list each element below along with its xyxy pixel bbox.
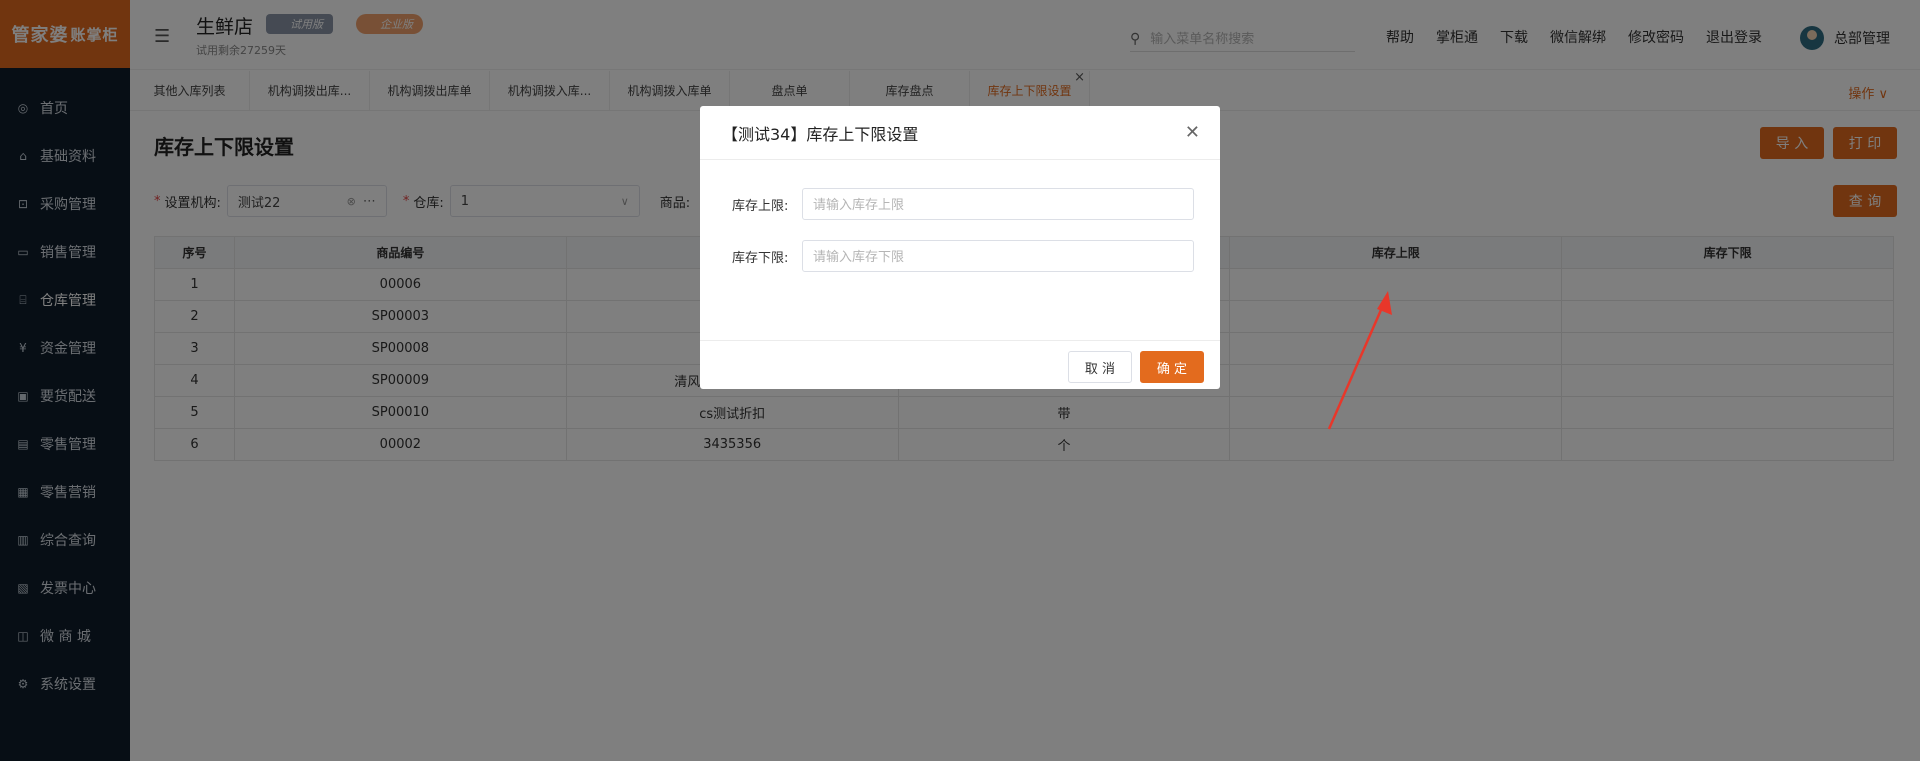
lower-limit-label: 库存下限: xyxy=(732,250,789,266)
lower-limit-input[interactable] xyxy=(802,240,1194,272)
cancel-button[interactable]: 取 消 xyxy=(1068,351,1132,383)
lower-limit-row: 库存下限: xyxy=(732,240,1196,272)
stock-limit-dialog: 【测试34】库存上下限设置 ✕ 库存上限: 库存下限: 取 消 确 定 xyxy=(700,106,1220,389)
confirm-button[interactable]: 确 定 xyxy=(1140,351,1204,383)
upper-limit-input[interactable] xyxy=(802,188,1194,220)
annotation-arrow-icon xyxy=(1327,291,1392,430)
dialog-title: 【测试34】库存上下限设置 xyxy=(722,124,919,144)
dialog-header: 【测试34】库存上下限设置 ✕ xyxy=(700,106,1220,160)
dialog-footer: 取 消 确 定 xyxy=(700,341,1220,389)
dialog-body: 库存上限: 库存下限: xyxy=(700,160,1220,341)
upper-limit-label: 库存上限: xyxy=(732,198,789,214)
upper-limit-row: 库存上限: xyxy=(732,188,1196,220)
close-icon[interactable]: ✕ xyxy=(1185,122,1200,143)
